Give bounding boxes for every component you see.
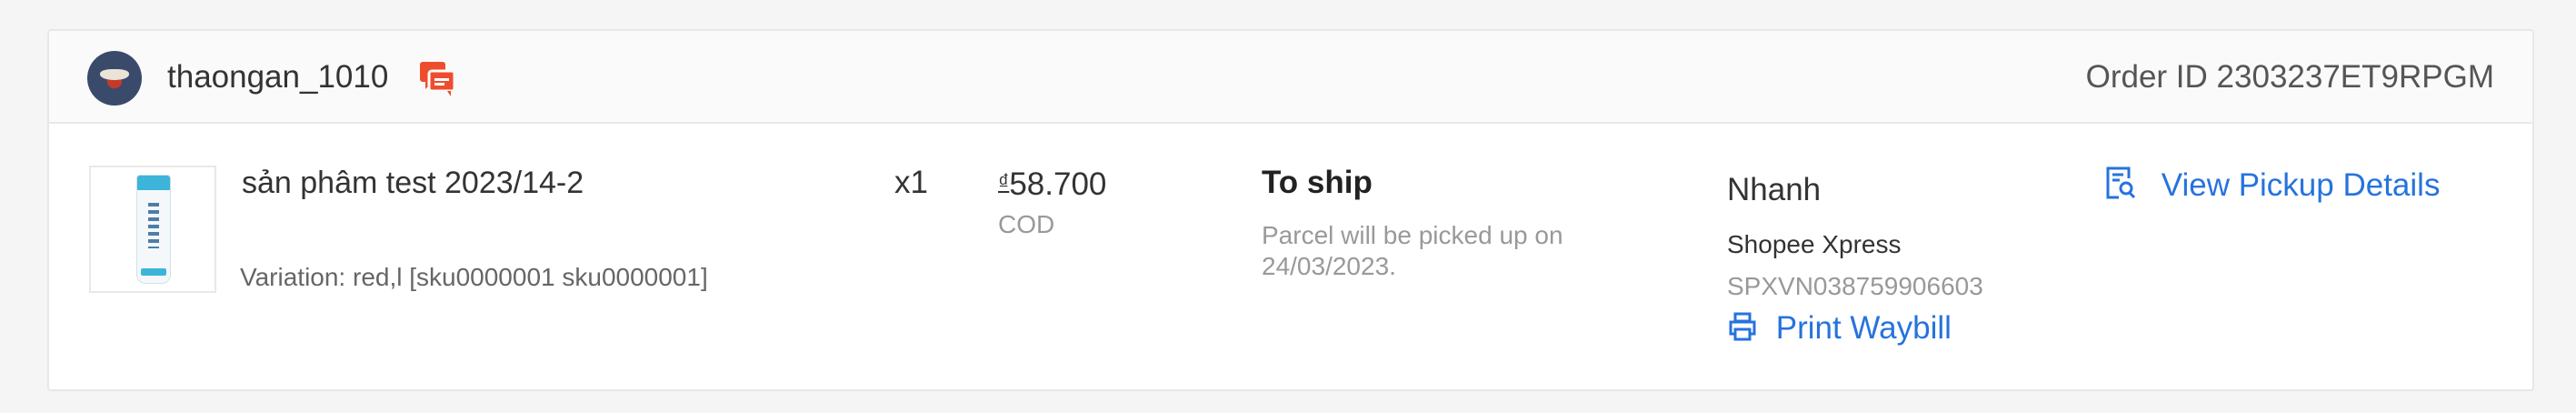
- product-quantity: x1: [894, 165, 928, 200]
- tracking-number: SPXVN038759906603: [1727, 272, 1983, 300]
- shipping-speed: Nhanh: [1727, 172, 1822, 207]
- buyer-avatar[interactable]: [87, 51, 142, 106]
- price-value: 58.700: [1009, 166, 1107, 202]
- product-variation: Variation: red,l [sku0000001 sku0000001]: [240, 263, 708, 291]
- product-price: ₫58.700: [998, 164, 1106, 204]
- order-status-note: Parcel will be picked up on 24/03/2023.: [1262, 221, 1563, 280]
- product-thumbnail[interactable]: [89, 166, 216, 293]
- view-pickup-details-link[interactable]: View Pickup Details: [2105, 166, 2440, 205]
- order-card: thaongan_1010 Order ID 2303237ET9RPGM sả…: [47, 29, 2534, 391]
- order-status: To ship: [1262, 165, 1373, 200]
- document-search-icon: [2105, 166, 2162, 203]
- payment-method: COD: [998, 210, 1055, 238]
- print-waybill-label: Print Waybill: [1775, 310, 1952, 346]
- shipping-carrier: Shopee Xpress: [1727, 230, 1902, 258]
- view-pickup-details-label: View Pickup Details: [2161, 167, 2441, 203]
- product-name: sản phâm test 2023/14-2: [242, 166, 584, 200]
- product-tube-image: [136, 175, 171, 284]
- currency-symbol: ₫: [998, 170, 1010, 195]
- order-id-value: 2303237ET9RPGM: [2216, 59, 2494, 95]
- buyer-username[interactable]: thaongan_1010: [167, 58, 388, 96]
- order-id: Order ID 2303237ET9RPGM: [2086, 58, 2494, 96]
- order-id-label: Order ID: [2085, 59, 2208, 95]
- print-waybill-link[interactable]: Print Waybill: [1727, 309, 1952, 348]
- order-card-header: thaongan_1010 Order ID 2303237ET9RPGM: [49, 31, 2532, 124]
- printer-icon: [1727, 310, 1776, 346]
- chat-icon[interactable]: [418, 58, 456, 96]
